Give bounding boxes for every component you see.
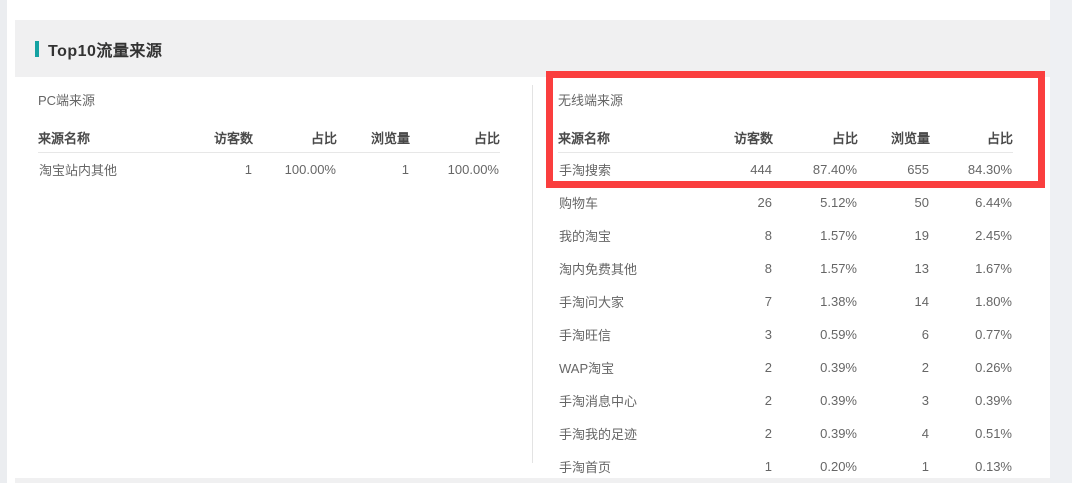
visitor-share: 100.00% (253, 153, 337, 187)
visitor-count: 2 (718, 417, 773, 450)
visitor-share: 0.39% (773, 417, 858, 450)
view-share: 1.80% (930, 285, 1013, 318)
visitor-share: 1.57% (773, 219, 858, 252)
visitor-count: 2 (718, 384, 773, 417)
pc-sources-table: 来源名称 访客数 占比 浏览量 占比 淘宝站内其他 1 100.00% 1 10… (38, 110, 500, 186)
page-background-right (1050, 0, 1072, 483)
source-name: 手淘搜索 (558, 153, 718, 187)
visitor-share: 0.39% (773, 384, 858, 417)
view-count: 13 (858, 252, 930, 285)
table-row: 手淘问大家 7 1.38% 14 1.80% (558, 285, 1013, 318)
pc-table-header-row: 来源名称 访客数 占比 浏览量 占比 (38, 110, 500, 153)
visitor-share: 1.38% (773, 285, 858, 318)
table-row: 手淘搜索 444 87.40% 655 84.30% (558, 153, 1013, 187)
view-share: 0.77% (930, 318, 1013, 351)
source-name: 淘宝站内其他 (38, 153, 198, 187)
table-row: 淘内免费其他 8 1.57% 13 1.67% (558, 252, 1013, 285)
visitor-count: 444 (718, 153, 773, 187)
source-name: 手淘我的足迹 (558, 417, 718, 450)
source-name: 手淘消息中心 (558, 384, 718, 417)
visitor-count: 2 (718, 351, 773, 384)
visitor-count: 1 (198, 153, 253, 187)
source-name: 淘内免费其他 (558, 252, 718, 285)
panel-divider (532, 85, 533, 463)
view-share: 6.44% (930, 186, 1013, 219)
visitor-count: 3 (718, 318, 773, 351)
wireless-table-body: 手淘搜索 444 87.40% 655 84.30% 购物车 26 5.12% … (558, 153, 1013, 483)
page-background-bottom (15, 478, 1050, 483)
pc-panel-label: PC端来源 (38, 92, 500, 110)
column-header-source-name: 来源名称 (38, 110, 198, 153)
table-row: WAP淘宝 2 0.39% 2 0.26% (558, 351, 1013, 384)
source-name: 手淘旺信 (558, 318, 718, 351)
column-header-visitors: 访客数 (718, 110, 773, 153)
view-share: 100.00% (410, 153, 500, 187)
view-count: 19 (858, 219, 930, 252)
table-row: 淘宝站内其他 1 100.00% 1 100.00% (38, 153, 500, 187)
column-header-view-share: 占比 (930, 110, 1013, 153)
view-share: 0.39% (930, 384, 1013, 417)
table-row: 手淘我的足迹 2 0.39% 4 0.51% (558, 417, 1013, 450)
source-name: 我的淘宝 (558, 219, 718, 252)
pc-table-body: 淘宝站内其他 1 100.00% 1 100.00% (38, 153, 500, 187)
view-count: 1 (337, 153, 410, 187)
view-count: 14 (858, 285, 930, 318)
view-share: 0.26% (930, 351, 1013, 384)
section-header: Top10流量来源 (15, 20, 1050, 77)
column-header-visitor-share: 占比 (773, 110, 858, 153)
table-row: 购物车 26 5.12% 50 6.44% (558, 186, 1013, 219)
wireless-table-header-row: 来源名称 访客数 占比 浏览量 占比 (558, 110, 1013, 153)
visitor-share: 5.12% (773, 186, 858, 219)
wireless-panel-label: 无线端来源 (558, 92, 1013, 110)
table-row: 手淘消息中心 2 0.39% 3 0.39% (558, 384, 1013, 417)
visitor-count: 8 (718, 252, 773, 285)
view-count: 655 (858, 153, 930, 187)
visitor-share: 0.39% (773, 351, 858, 384)
view-count: 50 (858, 186, 930, 219)
view-share: 2.45% (930, 219, 1013, 252)
source-name: WAP淘宝 (558, 351, 718, 384)
column-header-views: 浏览量 (858, 110, 930, 153)
view-share: 84.30% (930, 153, 1013, 187)
source-name: 手淘问大家 (558, 285, 718, 318)
section-title: Top10流量来源 (48, 37, 162, 61)
visitor-count: 8 (718, 219, 773, 252)
view-count: 3 (858, 384, 930, 417)
view-share: 0.51% (930, 417, 1013, 450)
column-header-visitors: 访客数 (198, 110, 253, 153)
visitor-share: 0.59% (773, 318, 858, 351)
column-header-view-share: 占比 (410, 110, 500, 153)
view-share: 1.67% (930, 252, 1013, 285)
visitor-share: 87.40% (773, 153, 858, 187)
pc-sources-panel: PC端来源 来源名称 访客数 占比 浏览量 占比 淘宝站内其他 1 100.00… (38, 77, 500, 186)
source-name: 购物车 (558, 186, 718, 219)
view-count: 2 (858, 351, 930, 384)
wireless-sources-table: 来源名称 访客数 占比 浏览量 占比 手淘搜索 444 87.40% 655 8… (558, 110, 1013, 483)
view-count: 6 (858, 318, 930, 351)
visitor-share: 1.57% (773, 252, 858, 285)
column-header-views: 浏览量 (337, 110, 410, 153)
visitor-count: 7 (718, 285, 773, 318)
column-header-visitor-share: 占比 (253, 110, 337, 153)
section-accent-bar (35, 41, 39, 57)
table-row: 我的淘宝 8 1.57% 19 2.45% (558, 219, 1013, 252)
column-header-source-name: 来源名称 (558, 110, 718, 153)
visitor-count: 26 (718, 186, 773, 219)
view-count: 4 (858, 417, 930, 450)
traffic-sources-card: PC端来源 来源名称 访客数 占比 浏览量 占比 淘宝站内其他 1 100.00… (15, 77, 1050, 478)
page-edge-strip (0, 0, 7, 483)
wireless-sources-panel: 无线端来源 来源名称 访客数 占比 浏览量 占比 手淘搜索 444 87.40%… (558, 77, 1013, 483)
table-row: 手淘旺信 3 0.59% 6 0.77% (558, 318, 1013, 351)
